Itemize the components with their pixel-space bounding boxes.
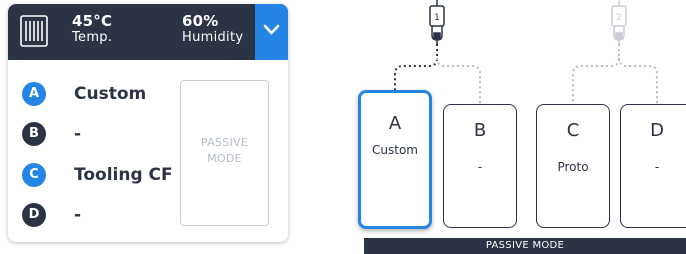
temperature-value: 45°C bbox=[72, 12, 113, 30]
expand-dropdown-button[interactable] bbox=[255, 4, 288, 60]
path-extruder-2-slot-d bbox=[618, 57, 658, 104]
material-status-panel: 45°C Temp. 60% Humidity A Custom B - C T… bbox=[8, 4, 288, 242]
slot-material-b: - bbox=[74, 124, 82, 144]
panel-header: 45°C Temp. 60% Humidity bbox=[8, 4, 288, 60]
slot-card-d[interactable]: D - bbox=[620, 104, 686, 228]
slot-card-a-material: Custom bbox=[372, 143, 418, 157]
extruder-2-number: 2 bbox=[616, 13, 622, 23]
slot-badge-c: C bbox=[22, 163, 46, 187]
slot-card-b-letter: B bbox=[473, 120, 487, 141]
passive-mode-box: PASSIVE MODE bbox=[180, 80, 269, 226]
slot-card-d-letter: D bbox=[650, 120, 664, 141]
slot-card-a-letter: A bbox=[388, 113, 402, 134]
slot-card-a[interactable]: A Custom bbox=[358, 90, 432, 229]
slot-card-c-letter: C bbox=[566, 120, 580, 141]
slot-material-a: Custom bbox=[74, 84, 147, 104]
slot-card-b[interactable]: B - bbox=[443, 104, 517, 228]
passive-mode-bar: PASSIVE MODE bbox=[364, 238, 686, 254]
chevron-down-icon bbox=[263, 24, 280, 35]
slot-material-d: - bbox=[74, 205, 82, 225]
slot-card-c-material: Proto bbox=[557, 160, 589, 174]
slot-card-d-material: - bbox=[654, 160, 660, 174]
humidity-value: 60% bbox=[182, 12, 219, 30]
slot-badge-b: B bbox=[22, 122, 46, 146]
slot-material-c: Tooling CF bbox=[74, 165, 173, 185]
slot-card-b-material: - bbox=[477, 160, 483, 174]
heater-icon bbox=[20, 15, 48, 47]
humidity-label: Humidity bbox=[182, 30, 244, 45]
slot-card-c[interactable]: C Proto bbox=[536, 104, 610, 228]
humidity-readout: 60% Humidity bbox=[182, 12, 243, 46]
slot-badge-a: A bbox=[22, 82, 46, 106]
temperature-readout: 45°C Temp. bbox=[72, 12, 112, 46]
extruder-1-number: 1 bbox=[434, 13, 440, 23]
path-extruder-1-slot-b bbox=[436, 57, 481, 104]
temperature-label: Temp. bbox=[72, 30, 113, 45]
path-extruder-1-slot-a bbox=[394, 44, 438, 90]
path-extruder-2-slot-c bbox=[572, 44, 620, 104]
slot-badge-d: D bbox=[22, 203, 46, 227]
